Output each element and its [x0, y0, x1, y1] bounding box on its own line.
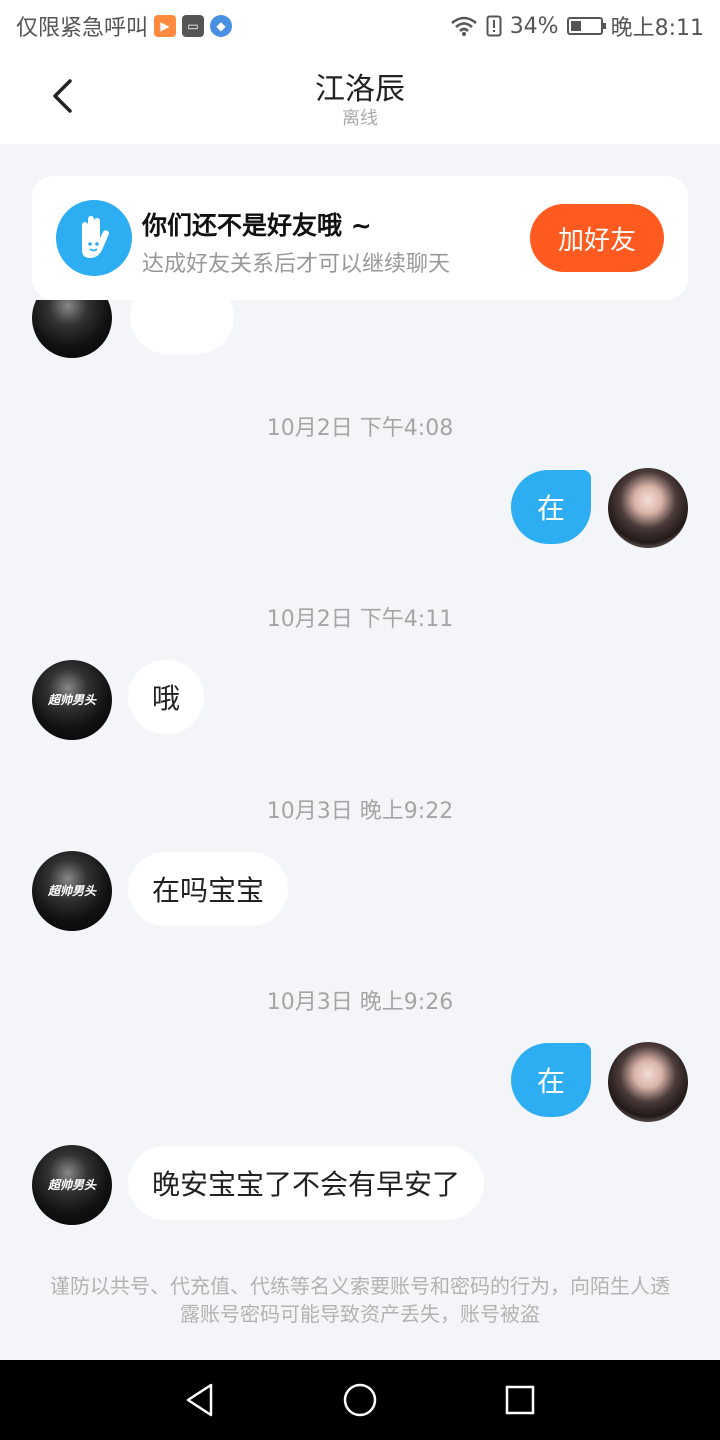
system-nav-bar	[0, 1360, 720, 1440]
square-recents-icon	[505, 1385, 535, 1415]
browser-app-icon: ◆	[210, 15, 233, 37]
security-notice: 谨防以共号、代充值、代练等名义索要账号和密码的行为，向陌生人透露账号密码可能导致…	[50, 1274, 670, 1326]
contact-status: 离线	[342, 108, 378, 129]
banner-title: 你们还不是好友哦 ~	[142, 211, 372, 240]
message-bubble-incoming[interactable]: 哦	[128, 660, 205, 734]
timestamp: 10月3日 晚上9:26	[266, 990, 454, 1015]
message-list[interactable]: 10月2日 下午4:08 在 10月2日 下午4:11 超帅男头 哦 10月3日…	[0, 300, 720, 1360]
banner-subtitle: 达成好友关系后才可以继续聊天	[142, 252, 451, 277]
peer-avatar[interactable]: 超帅男头	[32, 660, 112, 740]
message-bubble-incoming[interactable]: 晚安宝宝了不会有早安了	[128, 1146, 485, 1220]
add-friend-button[interactable]: 加好友	[530, 204, 664, 272]
nav-back-button[interactable]	[180, 1380, 220, 1420]
timestamp: 10月2日 下午4:08	[266, 416, 454, 441]
status-left: 仅限紧急呼叫 ▶ ▭ ◆	[16, 10, 233, 42]
wifi-icon	[450, 16, 477, 36]
peer-avatar[interactable]: 超帅男头	[32, 851, 112, 931]
huawei-app-icon: ▭	[182, 15, 205, 37]
message-bubble-incoming[interactable]: 在吗宝宝	[128, 852, 289, 926]
sim-alert-icon	[486, 15, 502, 37]
not-friends-banner: 你们还不是好友哦 ~ 达成好友关系后才可以继续聊天 加好友	[32, 176, 688, 300]
message-bubble-outgoing[interactable]: 在	[511, 470, 591, 544]
triangle-back-icon	[186, 1383, 213, 1417]
battery-percent: 34%	[509, 13, 559, 39]
nav-home-button[interactable]	[340, 1380, 380, 1420]
clock: 晚上8:11	[610, 16, 704, 41]
message-bubble-outgoing[interactable]: 在	[511, 1043, 591, 1117]
my-avatar[interactable]	[608, 1042, 688, 1122]
hand-icon	[56, 200, 132, 276]
avatar-label: 超帅男头	[47, 693, 96, 707]
timestamp: 10月3日 晚上9:22	[266, 799, 454, 824]
battery-icon	[566, 17, 606, 35]
status-bar: 仅限紧急呼叫 ▶ ▭ ◆ 34% 晚上8:11	[0, 0, 720, 50]
carrier-text: 仅限紧急呼叫	[16, 16, 149, 41]
contact-name: 江洛辰	[315, 72, 405, 107]
video-app-icon: ▶	[154, 15, 177, 37]
chat-header: 江洛辰 离线	[0, 50, 720, 144]
avatar-label: 超帅男头	[47, 884, 96, 898]
message-bubble-partial[interactable]	[130, 300, 234, 354]
nav-recents-button[interactable]	[500, 1380, 540, 1420]
status-right: 34% 晚上8:11	[450, 10, 704, 42]
peer-avatar[interactable]	[32, 300, 112, 358]
timestamp: 10月2日 下午4:11	[266, 607, 454, 632]
my-avatar[interactable]	[608, 468, 688, 548]
circle-home-icon	[343, 1383, 377, 1417]
peer-avatar[interactable]: 超帅男头	[32, 1145, 112, 1225]
avatar-label: 超帅男头	[47, 1178, 96, 1192]
